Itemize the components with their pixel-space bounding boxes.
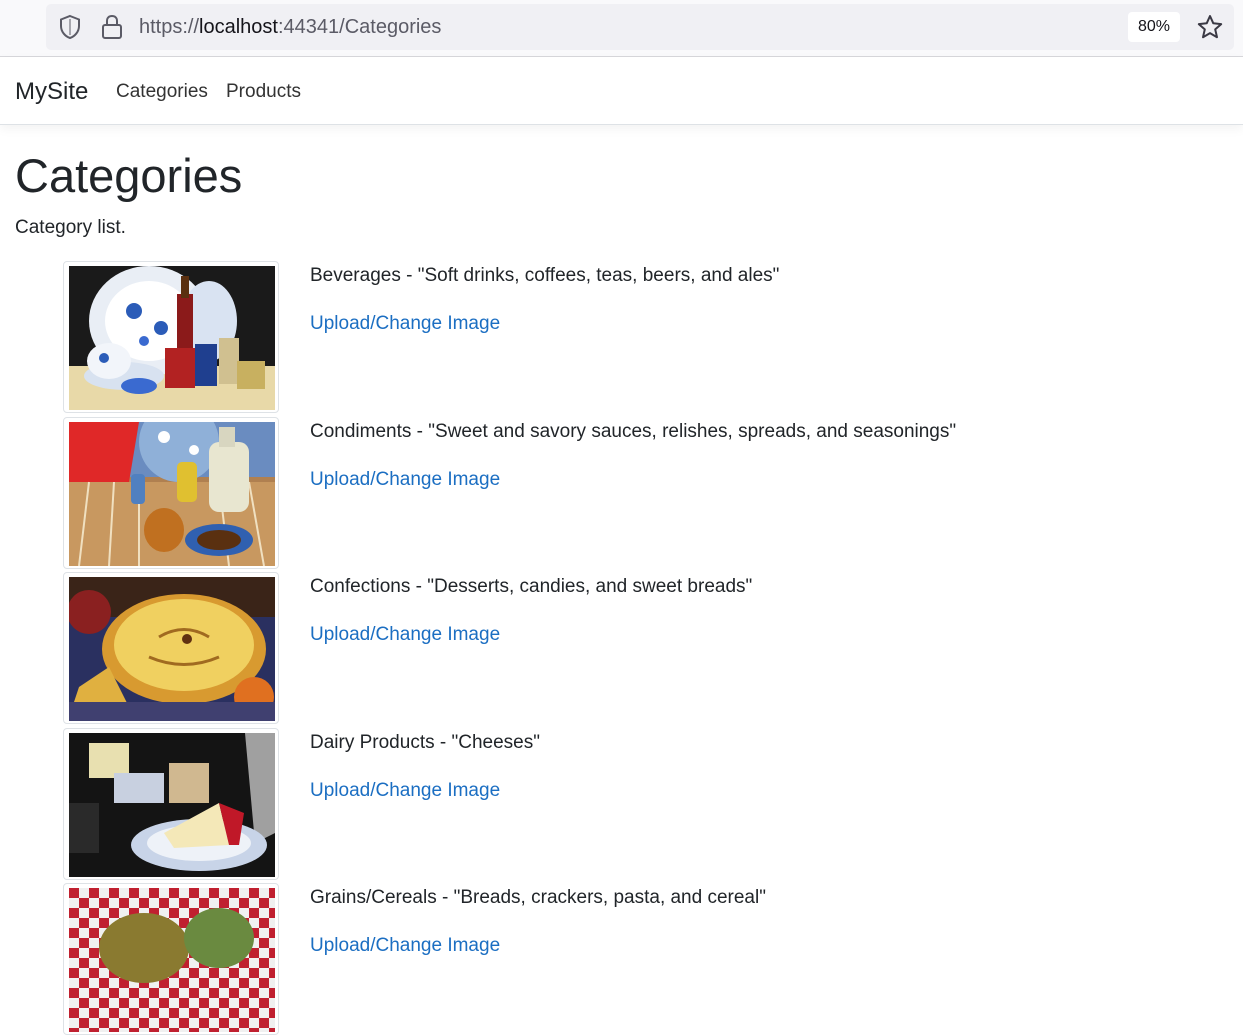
confections-image bbox=[69, 577, 275, 721]
category-description: Dairy Products - "Cheeses" bbox=[310, 732, 540, 753]
browser-toolbar: https://localhost:44341/Categories 80% bbox=[0, 0, 1243, 57]
beverages-image bbox=[69, 266, 275, 410]
shield-icon[interactable] bbox=[58, 14, 82, 40]
nav-link-products[interactable]: Products bbox=[226, 79, 301, 105]
category-description: Beverages - "Soft drinks, coffees, teas,… bbox=[310, 265, 780, 286]
brand-link[interactable]: MySite bbox=[15, 77, 88, 107]
upload-change-image-link[interactable]: Upload/Change Image bbox=[310, 467, 500, 493]
grains-cereals-image bbox=[69, 888, 275, 1032]
category-row: Grains/Cereals - "Breads, crackers, past… bbox=[0, 883, 1243, 1035]
page-subtitle: Category list. bbox=[15, 217, 126, 238]
upload-change-image-link[interactable]: Upload/Change Image bbox=[310, 778, 500, 804]
category-row: Beverages - "Soft drinks, coffees, teas,… bbox=[0, 261, 1243, 413]
category-description: Condiments - "Sweet and savory sauces, r… bbox=[310, 421, 957, 442]
nav-link-categories[interactable]: Categories bbox=[116, 79, 208, 105]
page-title: Categories bbox=[15, 149, 243, 202]
zoom-level-badge[interactable]: 80% bbox=[1128, 12, 1180, 42]
category-row: Confections - "Desserts, candies, and sw… bbox=[0, 572, 1243, 724]
lock-icon[interactable] bbox=[100, 13, 124, 41]
category-row: Condiments - "Sweet and savory sauces, r… bbox=[0, 417, 1243, 569]
upload-change-image-link[interactable]: Upload/Change Image bbox=[310, 622, 500, 648]
category-row: Dairy Products - "Cheeses" Upload/Change… bbox=[0, 728, 1243, 880]
category-description: Confections - "Desserts, candies, and sw… bbox=[310, 576, 753, 597]
category-description: Grains/Cereals - "Breads, crackers, past… bbox=[310, 887, 766, 908]
condiments-image bbox=[69, 422, 275, 566]
category-image-frame bbox=[63, 728, 279, 880]
upload-change-image-link[interactable]: Upload/Change Image bbox=[310, 311, 500, 337]
category-image-frame bbox=[63, 417, 279, 569]
category-image-frame bbox=[63, 883, 279, 1035]
upload-change-image-link[interactable]: Upload/Change Image bbox=[310, 933, 500, 959]
site-navbar: MySite Categories Products bbox=[0, 57, 1243, 125]
url-text[interactable]: https://localhost:44341/Categories bbox=[139, 14, 441, 40]
category-image-frame bbox=[63, 572, 279, 724]
category-image-frame bbox=[63, 261, 279, 413]
bookmark-star-icon[interactable] bbox=[1196, 14, 1224, 40]
dairy-products-image bbox=[69, 733, 275, 877]
